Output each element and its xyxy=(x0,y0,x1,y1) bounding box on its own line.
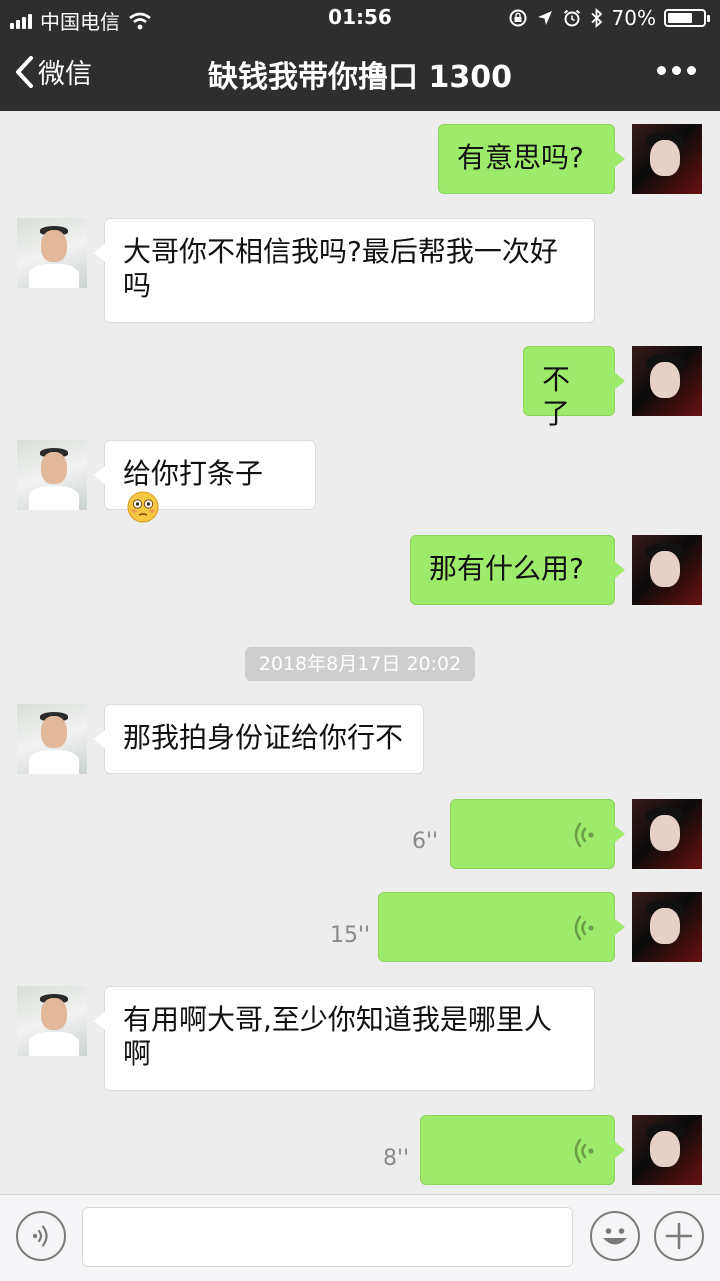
message-text-line: 有用啊大哥,至少你知道我是哪里人 xyxy=(123,1003,552,1036)
contact-message-bubble[interactable]: 大哥你不相信我吗?最后帮我一次好 吗 xyxy=(94,218,595,323)
flushed-face-emoji xyxy=(127,491,159,523)
chat-area[interactable]: 有意思吗? 大哥你不相信我吗?最后帮我一次好 吗 不了 给你打条子 那有什么用?… xyxy=(0,111,720,1194)
voice-wave-icon xyxy=(574,915,594,941)
more-functions-button[interactable] xyxy=(654,1211,704,1261)
message-text: 那我拍身份证给你行不 xyxy=(123,721,404,754)
my-avatar[interactable] xyxy=(632,799,702,869)
bluetooth-icon xyxy=(590,8,602,28)
message-text: 有意思吗? xyxy=(457,141,584,174)
location-icon xyxy=(537,11,552,25)
alarm-icon xyxy=(563,9,580,27)
page-title: 缺钱我带你撸口 1300 xyxy=(208,60,512,95)
more-dot-icon xyxy=(672,66,681,75)
contact-avatar[interactable] xyxy=(17,440,87,510)
header: 中国电信 01:56 70% 微信 缺钱我带你撸口 1300 xyxy=(0,0,720,111)
message-text-line: 大哥你不相信我吗?最后帮我一次好 xyxy=(123,235,558,268)
message-text: 那有什么用? xyxy=(429,552,584,585)
message-text-line: 啊 xyxy=(123,1037,152,1070)
plus-icon xyxy=(665,1222,693,1250)
my-avatar[interactable] xyxy=(632,124,702,194)
voice-mode-icon xyxy=(32,1225,48,1247)
battery-icon xyxy=(664,9,710,27)
voice-mode-button[interactable] xyxy=(16,1211,66,1261)
voice-duration: 15'' xyxy=(330,923,371,948)
contact-message-bubble[interactable]: 给你打条子 xyxy=(94,440,316,523)
my-message-bubble[interactable]: 有意思吗? xyxy=(438,124,625,194)
emoji-icon xyxy=(603,1228,627,1245)
message-text: 给你打条子 xyxy=(123,457,264,490)
my-message-bubble[interactable]: 不了 xyxy=(523,346,625,430)
timestamp-label: 2018年8月17日 20:02 xyxy=(245,647,475,681)
status-bar: 中国电信 01:56 70% xyxy=(0,0,720,36)
battery-percent: 70% xyxy=(611,6,656,30)
voice-message-bubble[interactable] xyxy=(378,892,625,962)
battery-fill xyxy=(668,13,692,23)
rotation-lock-icon xyxy=(509,9,527,27)
voice-wave-icon xyxy=(574,822,594,848)
message-text: 不了 xyxy=(542,363,571,430)
voice-duration: 8'' xyxy=(383,1146,410,1171)
more-dot-icon xyxy=(687,66,696,75)
nav-bar: 微信 缺钱我带你撸口 1300 xyxy=(0,40,720,106)
emoji-button[interactable] xyxy=(590,1211,640,1261)
voice-wave-icon xyxy=(574,1138,594,1164)
more-dot-icon xyxy=(657,66,666,75)
more-options-button[interactable] xyxy=(657,66,696,75)
contact-message-bubble[interactable]: 有用啊大哥,至少你知道我是哪里人 啊 xyxy=(94,986,595,1091)
voice-message-bubble[interactable] xyxy=(450,799,625,869)
contact-avatar[interactable] xyxy=(17,218,87,288)
my-avatar[interactable] xyxy=(632,346,702,416)
contact-message-bubble[interactable]: 那我拍身份证给你行不 xyxy=(94,704,424,774)
my-avatar[interactable] xyxy=(632,535,702,605)
voice-duration: 6'' xyxy=(412,829,439,854)
my-avatar[interactable] xyxy=(632,892,702,962)
input-bar xyxy=(0,1194,720,1281)
contact-avatar[interactable] xyxy=(17,986,87,1056)
my-avatar[interactable] xyxy=(632,1115,702,1185)
contact-avatar[interactable] xyxy=(17,704,87,774)
voice-message-bubble[interactable] xyxy=(420,1115,625,1185)
message-text-line: 吗 xyxy=(123,269,152,302)
my-message-bubble[interactable]: 那有什么用? xyxy=(410,535,625,605)
status-right: 70% xyxy=(508,6,710,30)
message-input[interactable] xyxy=(82,1207,573,1267)
